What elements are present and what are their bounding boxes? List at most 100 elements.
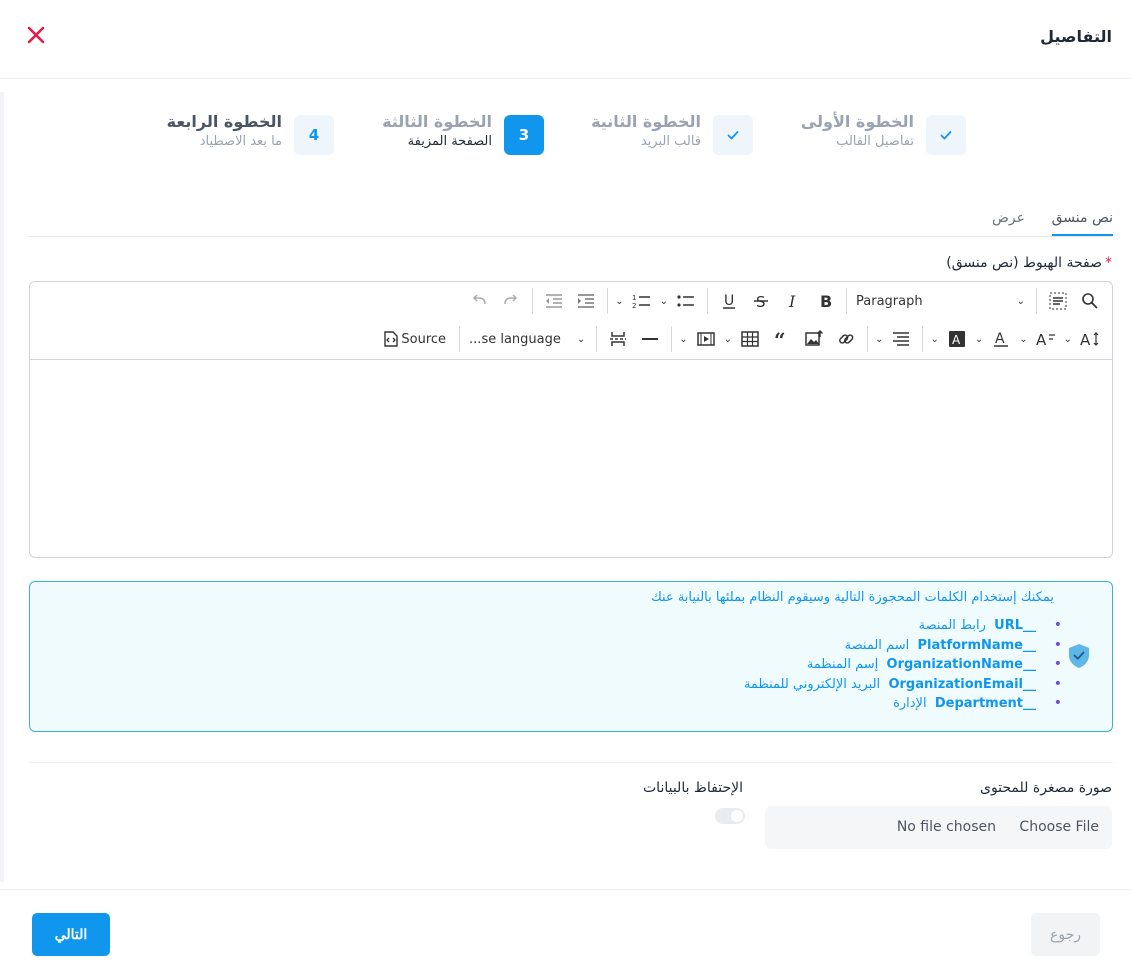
code-language-dropdown[interactable]: ...se language ⌄ (465, 325, 591, 353)
list-item: __Department الإدارة (744, 694, 1062, 714)
horizontal-line-icon[interactable] (634, 325, 666, 353)
required-mark: * (1105, 255, 1112, 271)
italic-icon[interactable]: I (777, 287, 809, 315)
step-subtitle: قالب البريد (640, 134, 701, 149)
choose-file-button[interactable]: Choose File (1019, 819, 1099, 835)
step-subtitle: الصفحة المزيفة (407, 134, 492, 149)
editor-content-area[interactable] (30, 360, 1112, 557)
chevron-down-icon: ⌄ (1016, 295, 1025, 307)
svg-text:2: 2 (632, 302, 636, 310)
select-all-icon[interactable] (1042, 287, 1074, 315)
source-button[interactable]: Source (377, 325, 454, 353)
step-1[interactable]: الخطوة الأولى تفاصيل القالب (726, 112, 966, 160)
step-4[interactable]: 4 الخطوة الرابعة ما بعد الاصطياد (94, 112, 334, 160)
tab-bar: نص منسق عرض (29, 206, 1114, 237)
chevron-down-icon[interactable]: ⌄ (615, 296, 623, 307)
chevron-down-icon[interactable]: ⌄ (975, 334, 983, 345)
blockquote-icon[interactable]: “ (766, 325, 798, 353)
svg-text:1: 1 (632, 294, 636, 302)
section-divider (29, 762, 1113, 763)
page-break-icon[interactable] (602, 325, 634, 353)
toolbar-separator (867, 326, 869, 352)
toolbar-separator (459, 326, 461, 352)
modal-header: التفاصيل (0, 0, 1132, 79)
stepper: الخطوة الأولى تفاصيل القالب الخطوة الثان… (0, 112, 1132, 172)
font-family-icon[interactable]: A (1030, 325, 1062, 353)
indent-icon[interactable] (570, 287, 602, 315)
source-code-icon (384, 331, 399, 347)
chevron-down-icon[interactable]: ⌄ (1019, 334, 1027, 345)
landing-page-label: صفحة الهبوط (نص منسق) * (946, 255, 1112, 271)
retain-data-toggle[interactable] (715, 808, 745, 824)
next-button[interactable]: التالي (32, 913, 110, 956)
svg-text:I: I (788, 292, 796, 310)
font-size-icon[interactable]: A (1074, 325, 1106, 353)
step-2[interactable]: الخطوة الثانية قالب البريد (513, 112, 753, 160)
toolbar-separator (1036, 288, 1037, 314)
tab-rich-text[interactable]: نص منسق (1051, 210, 1114, 236)
page-title: التفاصيل (1040, 27, 1112, 46)
chevron-down-icon[interactable]: ⌄ (679, 334, 687, 345)
alert-heading: يمكنك إستخدام الكلمات المحجوزة التالية و… (651, 590, 1054, 605)
font-color-icon[interactable]: A (985, 325, 1017, 353)
align-icon[interactable] (885, 325, 917, 353)
tab-preview[interactable]: عرض (992, 210, 1025, 226)
svg-text:A: A (995, 331, 1005, 347)
numbered-list-icon[interactable]: 12 (626, 287, 658, 315)
chevron-down-icon[interactable]: ⌄ (1064, 334, 1072, 345)
thumbnail-label: صورة مصغرة للمحتوى (979, 780, 1112, 796)
thumbnail-file-input[interactable]: Choose File No file chosen (765, 806, 1112, 849)
link-icon[interactable] (830, 325, 862, 353)
chevron-down-icon[interactable]: ⌄ (875, 334, 883, 345)
toolbar-separator (596, 326, 598, 352)
find-replace-icon[interactable] (1074, 287, 1106, 315)
toolbar-separator (532, 288, 534, 314)
retain-data-label: الإحتفاظ بالبيانات (643, 780, 743, 796)
undo-icon[interactable] (463, 287, 495, 315)
toolbar-separator (707, 288, 709, 314)
rich-text-editor: Paragraph⌄ B I S U ⌄ 12 ⌄ A ⌄ A ⌄ A ⌄ A (29, 281, 1113, 558)
step-3[interactable]: 3 الخطوة الثالثة الصفحة المزيفة (304, 112, 544, 160)
step-number: 4 (294, 115, 334, 155)
check-icon (713, 115, 753, 155)
toolbar-separator (607, 288, 609, 314)
list-item: __OrganizationEmail البريد الإلكتروني لل… (744, 675, 1062, 695)
list-item: __URL رابط المنصة (744, 616, 1062, 636)
table-icon[interactable] (734, 325, 766, 353)
back-button[interactable]: رجوع (1031, 913, 1100, 956)
chevron-down-icon: ⌄ (576, 333, 586, 345)
check-icon (926, 115, 966, 155)
underline-icon[interactable]: U (713, 287, 745, 315)
close-icon[interactable] (26, 25, 46, 45)
footer-divider (0, 889, 1132, 890)
media-embed-icon[interactable] (690, 325, 722, 353)
toggle-knob (731, 810, 743, 822)
step-subtitle: تفاصيل القالب (836, 134, 914, 149)
step-number: 3 (504, 115, 544, 155)
step-title: الخطوة الثانية (591, 112, 701, 131)
file-status: No file chosen (896, 819, 996, 835)
list-item: __OrganizationName إسم المنظمة (744, 655, 1062, 675)
svg-text:“: “ (774, 330, 786, 348)
insert-image-icon[interactable] (798, 325, 830, 353)
scroll-strip (0, 92, 4, 882)
svg-text:U: U (724, 293, 734, 309)
list-item: __PlatformName اسم المنصة (744, 636, 1062, 656)
toolbar-separator (671, 326, 673, 352)
redo-icon[interactable] (495, 287, 527, 315)
chevron-down-icon[interactable]: ⌄ (660, 296, 668, 307)
reserved-words-list: __URL رابط المنصة __PlatformName اسم الم… (744, 616, 1062, 714)
reserved-words-alert: يمكنك إستخدام الكلمات المحجوزة التالية و… (29, 581, 1113, 732)
editor-toolbar: Paragraph⌄ B I S U ⌄ 12 ⌄ A ⌄ A ⌄ A ⌄ A (30, 282, 1112, 360)
chevron-down-icon[interactable]: ⌄ (724, 334, 732, 345)
chevron-down-icon[interactable]: ⌄ (930, 334, 938, 345)
shield-check-icon (1066, 642, 1092, 674)
background-color-icon[interactable]: A (941, 325, 973, 353)
outdent-icon[interactable] (538, 287, 570, 315)
strikethrough-icon[interactable]: S (745, 287, 777, 315)
bold-icon[interactable]: B (809, 287, 841, 315)
paragraph-dropdown[interactable]: Paragraph ⌄ (852, 287, 1031, 315)
bulleted-list-icon[interactable] (670, 287, 702, 315)
step-subtitle: ما بعد الاصطياد (199, 134, 282, 149)
step-title: الخطوة الثالثة (382, 112, 492, 131)
